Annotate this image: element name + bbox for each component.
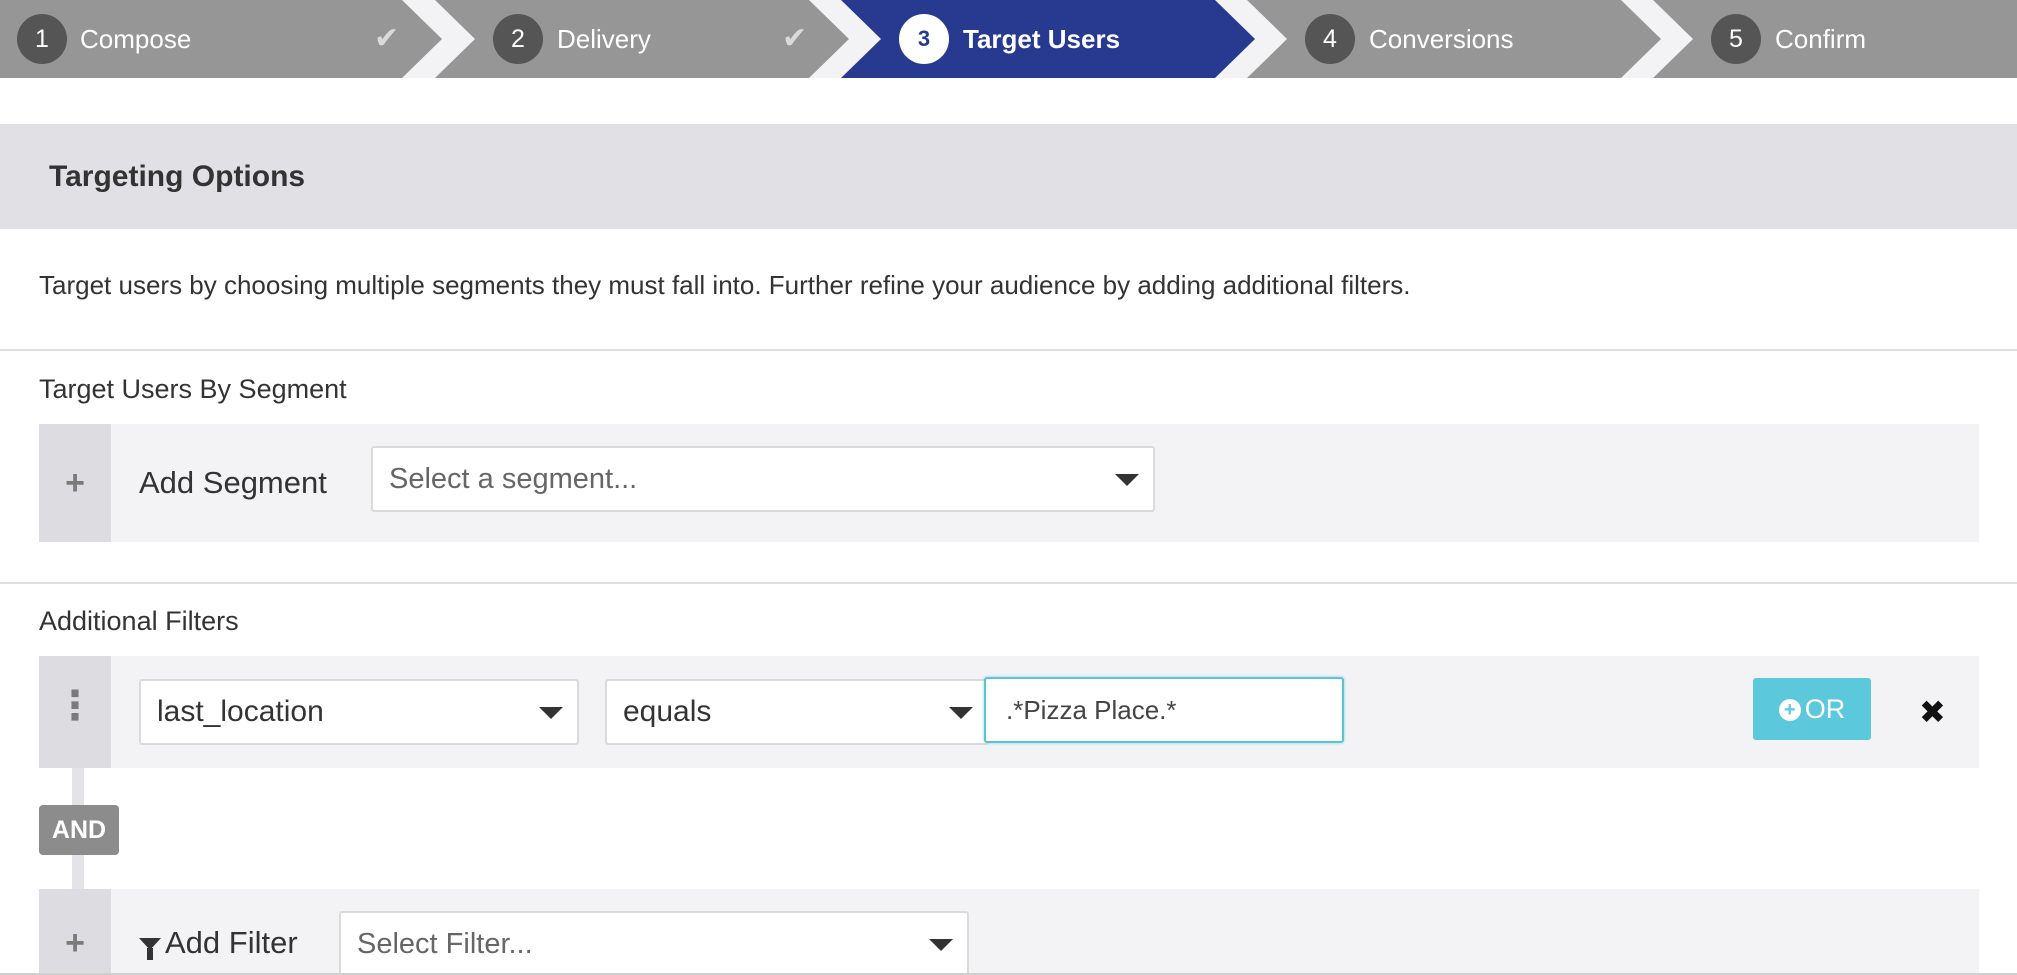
step-number: 5 <box>1711 14 1761 64</box>
step-label: Delivery <box>557 24 651 54</box>
step-confirm[interactable]: 5 Confirm <box>1653 0 2017 78</box>
wizard-stepper: 1 Compose ✔ 2 Delivery ✔ 3 Target Users … <box>0 0 2017 78</box>
caret-down-icon <box>949 707 973 719</box>
page-title: Targeting Options <box>49 160 306 193</box>
step-delivery[interactable]: 2 Delivery ✔ <box>435 0 849 78</box>
step-label: Confirm <box>1775 24 1867 54</box>
plus-icon: + <box>65 464 85 502</box>
add-filter-label: Add Filter <box>139 889 298 975</box>
step-label: Conversions <box>1369 24 1514 54</box>
add-filter-text: Add Filter <box>165 925 298 960</box>
step-number: 1 <box>17 14 67 64</box>
add-segment-handle[interactable]: + <box>39 424 111 542</box>
plus-icon: + <box>65 924 85 962</box>
add-filter-panel: + Add Filter Select Filter... <box>39 889 1979 975</box>
segment-section-label: Target Users By Segment <box>39 374 347 404</box>
step-label: Compose <box>80 24 192 54</box>
plus-circle-icon: + <box>1778 699 1801 721</box>
step-compose[interactable]: 1 Compose ✔ <box>0 0 442 78</box>
step-target-users[interactable]: 3 Target Users <box>841 0 1255 78</box>
step-number: 3 <box>899 14 949 64</box>
close-icon[interactable]: ✖ <box>1919 692 1946 732</box>
caret-down-icon <box>539 707 563 719</box>
filters-section-label: Additional Filters <box>39 606 239 636</box>
add-or-condition-button[interactable]: + OR <box>1753 678 1871 740</box>
filter-icon <box>139 938 161 960</box>
step-label: Target Users <box>963 24 1121 54</box>
segment-select[interactable]: Select a segment... <box>371 446 1155 512</box>
filter-operator-select[interactable]: equals <box>605 679 989 745</box>
checkmark-icon: ✔ <box>374 22 400 55</box>
filter-select-placeholder: Select Filter... <box>357 928 533 960</box>
checkmark-icon: ✔ <box>782 22 808 55</box>
or-button-label: OR <box>1804 694 1846 724</box>
filter-select[interactable]: Select Filter... <box>339 911 969 975</box>
targeting-description: Target users by choosing multiple segmen… <box>39 270 1411 300</box>
add-segment-label: Add Segment <box>139 465 327 500</box>
caret-down-icon <box>1115 474 1139 486</box>
drag-handle[interactable]: ⋮ <box>39 656 111 768</box>
filter-field-value: last_location <box>157 695 324 728</box>
add-filter-handle[interactable]: + <box>39 889 111 975</box>
divider <box>0 582 2017 584</box>
step-number: 2 <box>493 14 543 64</box>
drag-handle-icon: ⋮ <box>55 684 95 728</box>
filter-field-select[interactable]: last_location <box>139 679 579 745</box>
caret-down-icon <box>929 939 953 951</box>
filter-operator-value: equals <box>623 695 712 728</box>
step-conversions[interactable]: 4 Conversions <box>1247 0 1661 78</box>
targeting-options-header: Targeting Options <box>0 124 2017 229</box>
divider <box>0 349 2017 351</box>
filter-value-input[interactable] <box>984 677 1344 743</box>
step-number: 4 <box>1305 14 1355 64</box>
filter-row: ⋮ last_location equals +OR ✖ <box>39 656 1979 768</box>
and-badge[interactable]: AND <box>39 805 119 855</box>
add-segment-panel: + Add Segment Select a segment... <box>39 424 1979 542</box>
segment-select-placeholder: Select a segment... <box>389 463 638 495</box>
